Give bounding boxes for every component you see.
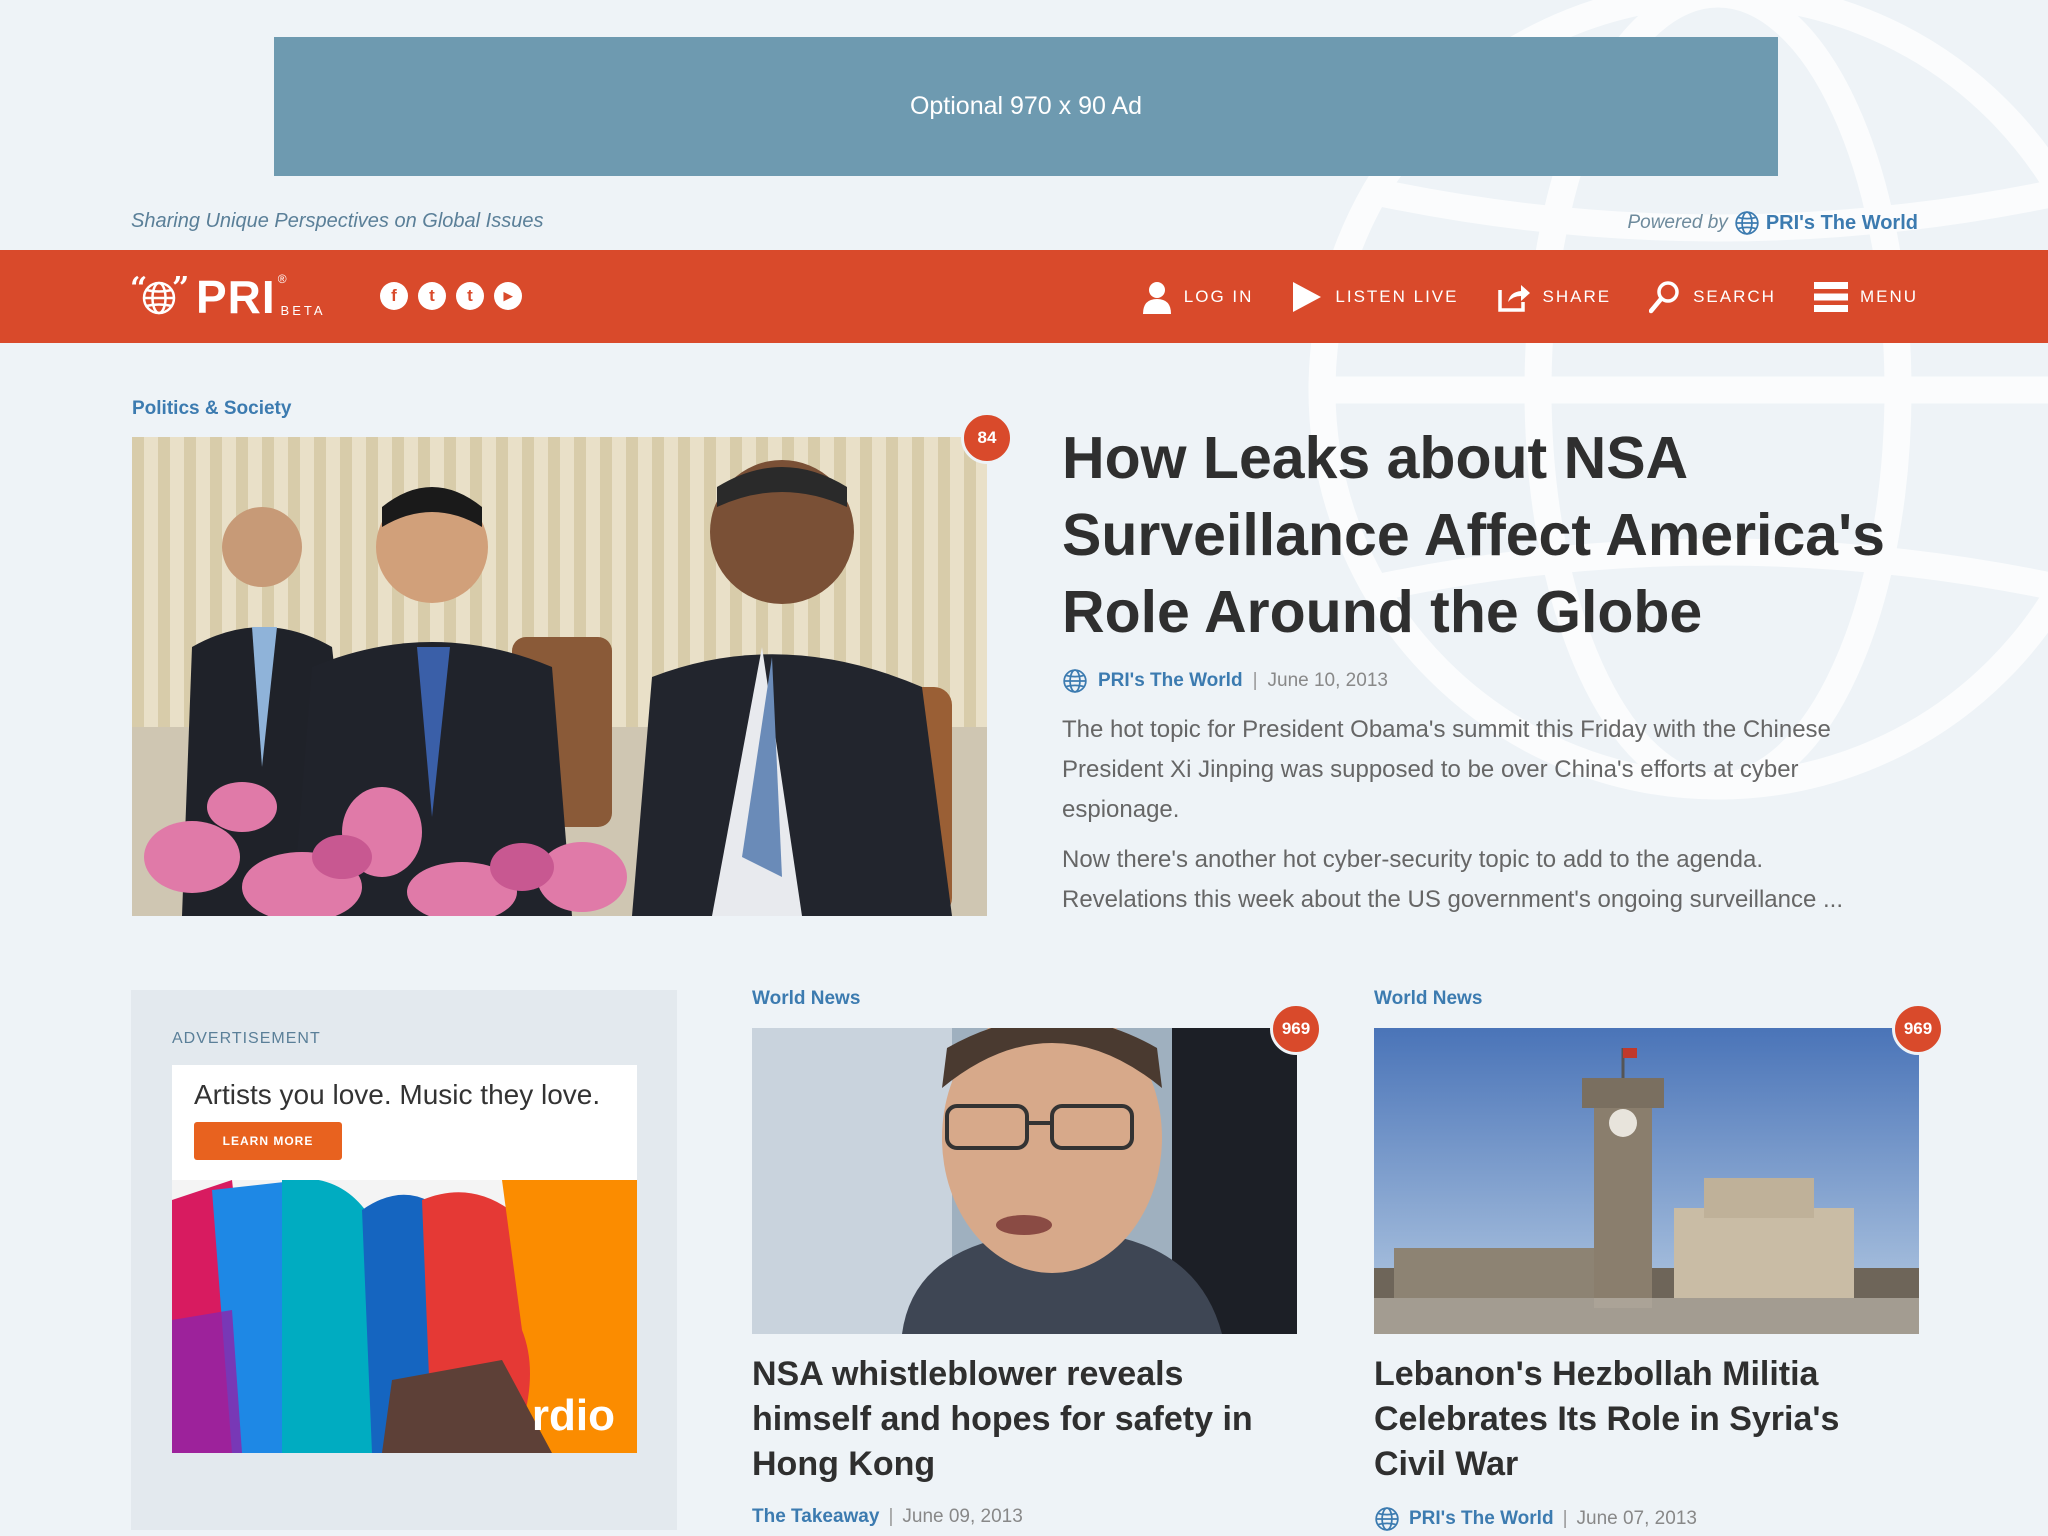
hero-source-link[interactable]: PRI's The World [1098,670,1243,692]
youtube-icon[interactable]: ▸ [494,282,522,310]
user-icon [1142,281,1171,314]
rdio-ad[interactable]: Artists you love. Music they love. LEARN… [172,1065,637,1453]
powered-by[interactable]: Powered by PRI's The World [1627,210,1918,236]
share-link[interactable]: SHARE [1497,282,1612,312]
globe-logo-icon: “ ” [130,274,188,315]
card-1-date: June 09, 2013 [902,1506,1023,1527]
hero-summary-2: Now there's another hot cyber-security t… [1062,846,1844,913]
card-1-photo-illustration [752,1028,1297,1334]
card-1-image[interactable] [752,1028,1297,1334]
card-2-date: June 07, 2013 [1576,1508,1697,1529]
share-label: SHARE [1542,286,1612,306]
login-link[interactable]: LOG IN [1142,280,1254,314]
logo-registered: ® [277,272,287,286]
hero-summary-1: The hot topic for President Obama's summ… [1062,716,1831,823]
byline-separator: | [888,1506,894,1527]
nav-links: LOG IN LISTEN LIVE SHARE SEARCH MENU [1142,250,1918,343]
byline-separator: | [1252,670,1258,691]
pri-logo[interactable]: “ ” PRI ® BETA [130,272,326,320]
menu-icon [1813,281,1848,312]
logo-beta: BETA [280,303,326,318]
facebook-icon[interactable]: f [380,282,408,310]
top-banner-ad[interactable]: Optional 970 x 90 Ad [274,37,1778,176]
advertisement-box: ADVERTISEMENT Artists you love. Music th… [131,990,677,1530]
top-ad-label: Optional 970 x 90 Ad [909,92,1143,120]
twitter-icon[interactable]: t [418,282,446,310]
card-2-photo-illustration [1374,1028,1919,1334]
hero-date: June 10, 2013 [1267,670,1388,691]
login-label: LOG IN [1183,286,1254,306]
listen-live-link[interactable]: LISTEN LIVE [1291,280,1458,314]
byline-separator: | [1562,1508,1568,1529]
card-1-category-link[interactable]: World News [752,988,860,1010]
hero-photo-illustration [132,437,987,916]
card-1-comment-count[interactable]: 969 [1270,1003,1322,1055]
card-2-byline: PRI's The World | June 07, 2013 [1374,1506,1697,1532]
rdio-ad-headline: Artists you love. Music they love. [194,1079,601,1110]
hero-comment-count[interactable]: 84 [961,412,1013,464]
card-1-headline[interactable]: NSA whistleblower reveals himself and ho… [752,1352,1297,1487]
share-icon [1497,284,1530,312]
social-links: f t t ▸ [380,282,522,310]
card-2-category-link[interactable]: World News [1374,988,1482,1010]
menu-link[interactable]: MENU [1813,280,1918,314]
card-1-byline: The Takeaway | June 09, 2013 [752,1506,1023,1528]
hero-image[interactable] [132,437,987,916]
card-1-source-link[interactable]: The Takeaway [752,1506,879,1528]
svg-text:”: ” [172,274,188,306]
hero-headline[interactable]: How Leaks about NSA Surveillance Affect … [1062,420,1922,651]
hero-category-link[interactable]: Politics & Society [132,398,291,420]
card-2-comment-number: 969 [1903,1019,1933,1038]
hero-comment-number: 84 [977,428,997,447]
rdio-logo: rdio [531,1391,615,1440]
globe-icon [1375,1507,1399,1531]
card-1-comment-number: 969 [1281,1019,1311,1038]
hero-byline: PRI's The World | June 10, 2013 [1062,668,1388,694]
menu-label: MENU [1859,286,1918,306]
search-label: SEARCH [1693,286,1776,306]
learn-more-button[interactable]: LEARN MORE [194,1122,342,1160]
site-tagline: Sharing Unique Perspectives on Global Is… [131,210,544,232]
listen-live-label: LISTEN LIVE [1335,286,1459,306]
search-link[interactable]: SEARCH [1649,280,1776,314]
search-icon [1649,280,1679,313]
play-icon [1293,281,1322,312]
main-navbar: “ ” PRI ® BETA f t t ▸ LOG IN LISTEN LIV… [0,250,2048,343]
card-2-headline[interactable]: Lebanon's Hezbollah Militia Celebrates I… [1374,1352,1919,1487]
card-2-comment-count[interactable]: 969 [1892,1003,1944,1055]
card-2-source-link[interactable]: PRI's The World [1409,1508,1554,1530]
advertisement-label: ADVERTISEMENT [172,1030,321,1047]
powered-by-prefix: Powered by [1627,212,1728,233]
globe-icon [1735,211,1759,235]
tumblr-icon[interactable]: t [456,282,484,310]
card-2-image[interactable] [1374,1028,1919,1334]
globe-icon [1063,669,1087,693]
logo-text: PRI [196,271,276,323]
powered-by-brand: PRI's The World [1765,211,1918,234]
